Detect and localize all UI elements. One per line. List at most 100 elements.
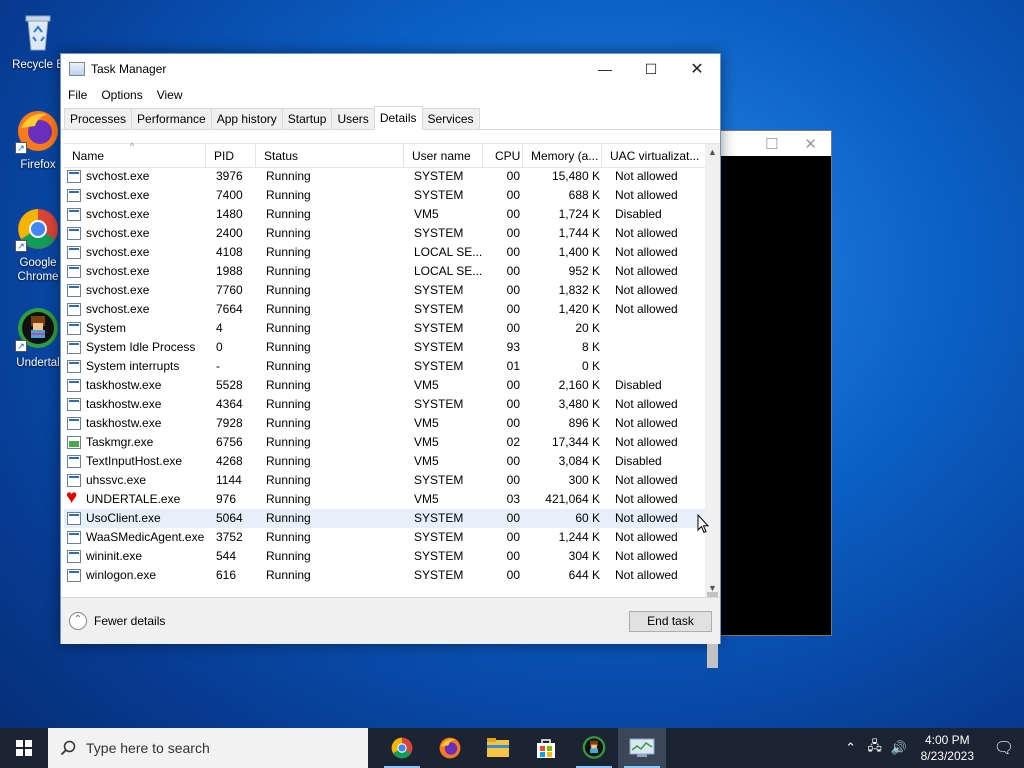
- clock[interactable]: 4:00 PM 8/23/2023: [911, 732, 984, 764]
- table-row[interactable]: TextInputHost.exe 4268 Running VM5 00 3,084 K…: [64, 452, 705, 471]
- notifications-icon[interactable]: 🗨: [984, 738, 1024, 758]
- column-header-name[interactable]: Name: [64, 143, 206, 168]
- cell-name: uhssvc.exe: [64, 471, 208, 490]
- cell-status: Running: [266, 473, 311, 487]
- network-icon[interactable]: 🖧: [863, 737, 887, 759]
- cell-user-name: SYSTEM: [414, 473, 464, 487]
- table-row[interactable]: taskhostw.exe 7928 Running VM5 00 896 K Not al…: [64, 414, 705, 433]
- tab-processes[interactable]: Processes: [64, 108, 133, 129]
- cell-pid: 7928: [216, 416, 243, 430]
- cell-uac: Disabled: [615, 454, 662, 468]
- taskbar-store[interactable]: [522, 728, 570, 768]
- cell-status: Running: [266, 245, 311, 259]
- cell-memory: 688 K: [568, 188, 600, 202]
- column-header-status[interactable]: Status: [256, 143, 404, 168]
- taskbar-firefox[interactable]: [426, 728, 474, 768]
- cell-name: System: [64, 319, 208, 338]
- tab-app-history[interactable]: App history: [210, 108, 283, 129]
- process-name: svchost.exe: [86, 207, 150, 221]
- minimize-button[interactable]: —: [582, 54, 628, 84]
- table-row[interactable]: svchost.exe 1988 Running LOCAL SE... 00 952 K…: [64, 262, 705, 281]
- cell-memory: 421,064 K: [545, 492, 600, 506]
- cell-pid: 5064: [216, 511, 243, 525]
- menu-file[interactable]: File: [68, 88, 87, 102]
- column-header-uac[interactable]: UAC virtualizat...: [602, 144, 704, 168]
- process-icon: [67, 569, 81, 582]
- cell-cpu: 00: [506, 397, 520, 411]
- column-header-memory[interactable]: Memory (a...: [523, 143, 602, 168]
- cell-cpu: 00: [506, 378, 520, 392]
- tab-performance[interactable]: Performance: [131, 108, 212, 129]
- table-row[interactable]: WaaSMedicAgent.exe 3752 Running SYSTEM 00 1,2…: [64, 528, 705, 547]
- scroll-down-icon[interactable]: ▼: [705, 580, 720, 597]
- taskbar-undertale[interactable]: [570, 728, 618, 768]
- taskbar-search-box[interactable]: Type here to search: [48, 728, 368, 768]
- tab-users[interactable]: Users: [331, 108, 375, 129]
- tab-services[interactable]: Services: [421, 108, 480, 129]
- column-header-pid[interactable]: PID: [206, 143, 256, 168]
- process-icon: [67, 360, 81, 373]
- maximize-button[interactable]: ☐: [628, 54, 674, 84]
- maximize-icon[interactable]: ☐: [765, 135, 778, 153]
- table-row[interactable]: System Idle Process 0 Running SYSTEM 93 8 K: [64, 338, 705, 357]
- cell-pid: 5528: [216, 378, 243, 392]
- cell-uac: Not allowed: [615, 492, 678, 506]
- scroll-up-icon[interactable]: ▲: [705, 144, 720, 161]
- process-icon: [67, 322, 81, 335]
- table-row[interactable]: System 4 Running SYSTEM 00 20 K: [64, 319, 705, 338]
- table-row[interactable]: svchost.exe 7400 Running SYSTEM 00 688 K Not a…: [64, 186, 705, 205]
- title-bar[interactable]: Task Manager — ☐ ✕: [61, 54, 720, 84]
- file-explorer-icon: [487, 738, 509, 757]
- table-row[interactable]: UsoClient.exe 5064 Running SYSTEM 00 60 K Not …: [64, 509, 705, 528]
- volume-icon[interactable]: 🔊: [887, 740, 911, 756]
- table-row[interactable]: svchost.exe 2400 Running SYSTEM 00 1,744 K Not…: [64, 224, 705, 243]
- process-name: UsoClient.exe: [86, 511, 161, 525]
- table-row[interactable]: uhssvc.exe 1144 Running SYSTEM 00 300 K Not al…: [64, 471, 705, 490]
- taskbar-file-explorer[interactable]: [474, 728, 522, 768]
- table-row[interactable]: Taskmgr.exe 6756 Running VM5 02 17,344 K Not a…: [64, 433, 705, 452]
- system-tray: ⌃ 🖧 🔊 4:00 PM 8/23/2023 🗨: [839, 728, 1024, 768]
- taskbar-task-manager[interactable]: [618, 728, 666, 768]
- cell-uac: Not allowed: [615, 568, 678, 582]
- table-row[interactable]: taskhostw.exe 5528 Running VM5 00 2,160 K Disa…: [64, 376, 705, 395]
- close-button[interactable]: ✕: [674, 54, 720, 84]
- cell-cpu: 00: [506, 245, 520, 259]
- menu-view[interactable]: View: [157, 88, 183, 102]
- background-window[interactable]: ☐ ✕: [718, 130, 832, 636]
- cell-pid: 7400: [216, 188, 243, 202]
- tab-details[interactable]: Details: [373, 106, 423, 130]
- column-header-user-name[interactable]: User name: [404, 143, 483, 168]
- process-name: winlogon.exe: [86, 568, 157, 582]
- start-button[interactable]: [0, 728, 48, 768]
- end-task-button[interactable]: End task: [629, 610, 712, 632]
- close-icon[interactable]: ✕: [804, 135, 817, 153]
- cell-uac: Disabled: [615, 207, 662, 221]
- cell-name: svchost.exe: [64, 186, 208, 205]
- table-row[interactable]: winlogon.exe 616 Running SYSTEM 00 644 K Not a…: [64, 566, 705, 585]
- tab-startup[interactable]: Startup: [281, 108, 333, 129]
- cell-status: Running: [266, 340, 311, 354]
- process-name: uhssvc.exe: [86, 473, 147, 487]
- table-row[interactable]: svchost.exe 4108 Running LOCAL SE... 00 1,400…: [64, 243, 705, 262]
- cell-pid: 4108: [216, 245, 243, 259]
- cell-pid: 544: [216, 549, 237, 563]
- cell-status: Running: [266, 435, 311, 449]
- chevron-up-icon[interactable]: ⌃: [839, 740, 863, 756]
- process-icon: [67, 417, 81, 430]
- column-header-cpu[interactable]: CPU: [483, 143, 523, 168]
- table-header: ^ Name PID Status User name CPU Memory (…: [64, 141, 720, 168]
- fewer-details-button[interactable]: ⌃ Fewer details: [69, 612, 165, 630]
- table-row[interactable]: wininit.exe 544 Running SYSTEM 00 304 K Not al…: [64, 547, 705, 566]
- cell-status: Running: [266, 549, 311, 563]
- table-row[interactable]: svchost.exe 3976 Running SYSTEM 00 15,480 K No…: [64, 167, 705, 186]
- table-row[interactable]: UNDERTALE.exe 976 Running VM5 03 421,064 K Not…: [64, 490, 705, 509]
- table-row[interactable]: svchost.exe 7760 Running SYSTEM 00 1,832 K Not…: [64, 281, 705, 300]
- table-row[interactable]: svchost.exe 1480 Running VM5 00 1,724 K Disabl…: [64, 205, 705, 224]
- process-icon: [67, 512, 81, 525]
- process-icon: [67, 379, 81, 392]
- taskbar-chrome[interactable]: [378, 728, 426, 768]
- table-row[interactable]: svchost.exe 7664 Running SYSTEM 00 1,420 K Not…: [64, 300, 705, 319]
- table-row[interactable]: taskhostw.exe 4364 Running SYSTEM 00 3,480 K N…: [64, 395, 705, 414]
- table-row[interactable]: System interrupts - Running SYSTEM 01 0 K: [64, 357, 705, 376]
- menu-options[interactable]: Options: [101, 88, 142, 102]
